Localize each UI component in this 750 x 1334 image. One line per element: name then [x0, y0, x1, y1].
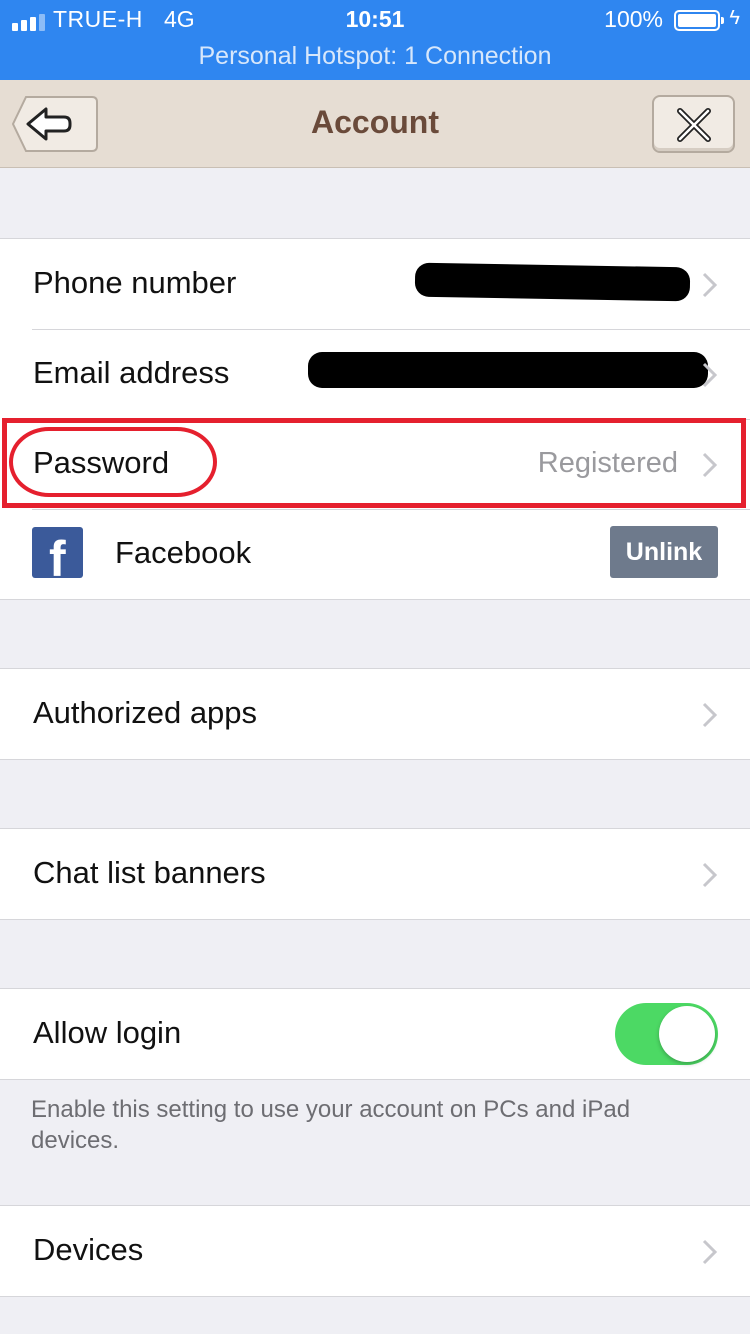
authorized-apps-row[interactable]: Authorized apps	[0, 669, 750, 759]
redacted-email-address	[308, 352, 708, 388]
devices-section: Devices	[0, 1205, 750, 1297]
phone-number-row[interactable]: Phone number	[0, 239, 750, 329]
allow-login-section: Allow login	[0, 988, 750, 1080]
devices-row[interactable]: Devices	[0, 1206, 750, 1296]
chat-list-banners-section: Chat list banners	[0, 828, 750, 920]
redacted-phone-number	[414, 262, 691, 302]
allow-login-hint: Enable this setting to use your account …	[31, 1096, 631, 1154]
chevron-right-icon	[702, 1239, 718, 1265]
authorized-apps-label: Authorized apps	[33, 695, 258, 730]
close-button[interactable]	[652, 95, 735, 153]
battery-percentage: 100%	[604, 6, 663, 32]
page-title: Account	[311, 104, 439, 140]
close-icon	[677, 108, 711, 142]
battery-icon	[674, 10, 724, 31]
hotspot-banner[interactable]: Personal Hotspot: 1 Connection	[0, 42, 750, 71]
chat-list-banners-label: Chat list banners	[33, 855, 266, 890]
facebook-label: Facebook	[115, 535, 252, 570]
unlink-facebook-button[interactable]: Unlink	[610, 526, 718, 578]
allow-login-row: Allow login	[0, 989, 750, 1079]
email-address-label: Email address	[33, 355, 230, 390]
authorized-apps-section: Authorized apps	[0, 668, 750, 760]
password-highlight-circle	[9, 427, 217, 497]
facebook-icon: f	[32, 527, 83, 578]
navigation-bar: Account	[0, 80, 750, 168]
allow-login-label: Allow login	[33, 1015, 182, 1050]
devices-label: Devices	[33, 1232, 144, 1267]
chevron-right-icon	[702, 362, 718, 388]
chevron-right-icon	[702, 702, 718, 728]
chevron-right-icon	[702, 862, 718, 888]
facebook-row: f Facebook Unlink	[0, 509, 750, 599]
allow-login-toggle[interactable]	[615, 1003, 718, 1065]
toggle-knob	[659, 1006, 715, 1062]
chat-list-banners-row[interactable]: Chat list banners	[0, 829, 750, 919]
status-bar: TRUE-H 4G 10:51 100% ϟ Personal Hotspot:…	[0, 0, 750, 80]
email-address-row[interactable]: Email address	[0, 329, 750, 419]
chevron-right-icon	[702, 272, 718, 298]
phone-number-label: Phone number	[33, 265, 237, 300]
charging-icon: ϟ	[729, 7, 740, 29]
